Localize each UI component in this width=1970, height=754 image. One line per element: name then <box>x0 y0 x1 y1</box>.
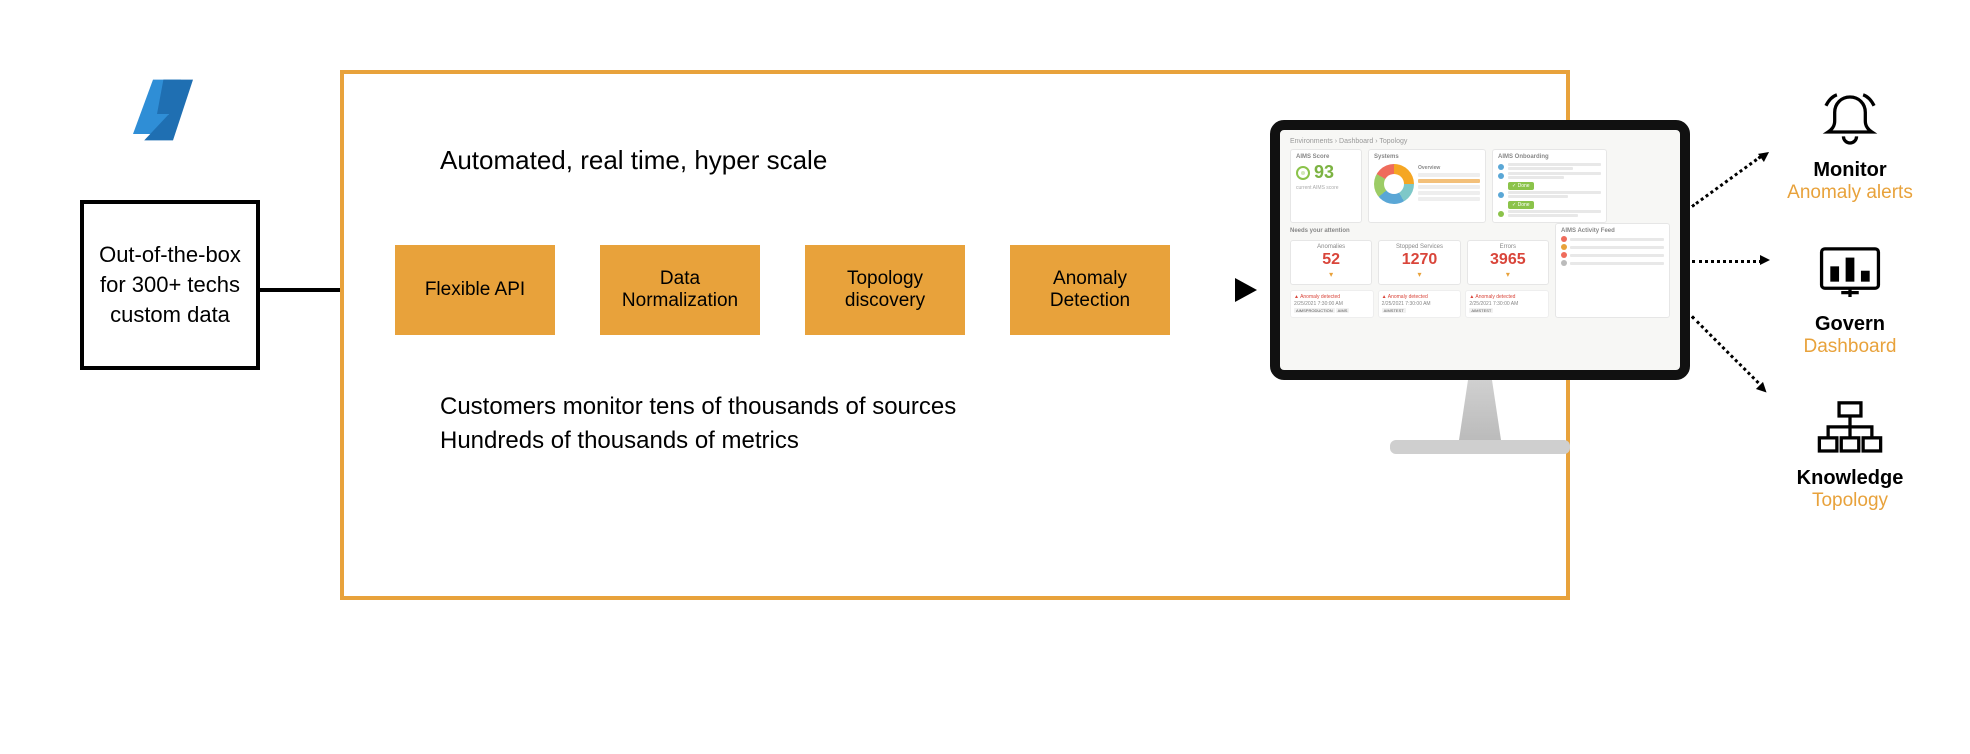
onboarding-title: AIMS Onboarding <box>1498 154 1601 160</box>
anomaly-card: ▲ Anomaly detected 2/25/2021 7:30:00 AM … <box>1465 290 1549 318</box>
outputs-column: Monitor Anomaly alerts Govern Dashboard <box>1760 90 1940 552</box>
dotted-connector <box>1691 315 1764 388</box>
metric-value: 52 <box>1293 251 1369 269</box>
metric-errors: Errors 3965 ▾ <box>1467 240 1549 285</box>
step-label: Anomaly Detection <box>1016 268 1164 312</box>
onboarding-card: AIMS Onboarding ✓ Done ✓ Done <box>1492 149 1607 223</box>
chevron-down-icon: ▾ <box>1381 270 1457 279</box>
dotted-connector <box>1692 260 1762 263</box>
metric-anomalies: Anomalies 52 ▾ <box>1290 240 1372 285</box>
dashboard-breadcrumb: Environments › Dashboard › Topology <box>1290 138 1670 145</box>
anomaly-head: Anomaly detected <box>1300 294 1340 300</box>
headline-bottom-line2: Hundreds of thousands of metrics <box>440 424 956 458</box>
metric-value: 3965 <box>1470 251 1546 269</box>
attention-title: Needs your attention <box>1290 228 1549 234</box>
attention-metrics: Anomalies 52 ▾ Stopped Services 1270 ▾ E… <box>1290 240 1549 285</box>
anomaly-strip: ▲ Anomaly detected 2/25/2021 7:30:00 AM … <box>1290 290 1549 318</box>
anomaly-head: Anomaly detected <box>1388 294 1428 300</box>
output-sub: Dashboard <box>1760 336 1940 358</box>
overview-title: Overview <box>1418 165 1480 171</box>
output-sub: Topology <box>1760 490 1940 512</box>
output-title: Monitor <box>1760 159 1940 182</box>
source-box-text: Out-of-the-box for 300+ techs custom dat… <box>94 240 246 329</box>
anomaly-card: ▲ Anomaly detected 2/25/2021 7:30:00 AM … <box>1290 290 1374 318</box>
step-label: Flexible API <box>425 279 525 301</box>
flow-arrowhead-icon <box>1235 278 1257 302</box>
systems-title: Systems <box>1374 154 1480 160</box>
dashboard-screen: Environments › Dashboard › Topology AIMS… <box>1280 130 1680 370</box>
monitor-base <box>1390 440 1570 454</box>
topology-icon <box>1815 398 1885 458</box>
onboarding-item <box>1498 209 1601 218</box>
step-flexible-api: Flexible API <box>395 245 555 335</box>
metric-stopped: Stopped Services 1270 ▾ <box>1378 240 1460 285</box>
chevron-down-icon: ▾ <box>1293 270 1369 279</box>
step-anomaly-detection: Anomaly Detection <box>1010 245 1170 335</box>
metric-label: Errors <box>1470 244 1546 250</box>
score-card-title: AIMS Score <box>1296 154 1356 160</box>
step-label: Data Normalization <box>606 268 754 312</box>
headline-top: Automated, real time, hyper scale <box>440 145 827 176</box>
metric-label: Anomalies <box>1293 244 1369 250</box>
activity-title: AIMS Activity Feed <box>1561 228 1664 234</box>
score-card: AIMS Score 93 current AIMS score <box>1290 149 1362 223</box>
metric-value: 1270 <box>1381 251 1457 269</box>
headline-bottom-line1: Customers monitor tens of thousands of s… <box>440 390 956 424</box>
azure-logo-icon <box>125 70 205 150</box>
chevron-down-icon: ▾ <box>1470 270 1546 279</box>
dashboard-monitor: Environments › Dashboard › Topology AIMS… <box>1270 120 1690 454</box>
step-topology-discovery: Topology discovery <box>805 245 965 335</box>
monitor-stand <box>1450 380 1510 440</box>
dotted-connector <box>1691 155 1762 207</box>
onboarding-item: ✓ Done <box>1498 190 1601 209</box>
activity-feed-card: AIMS Activity Feed <box>1555 223 1670 318</box>
headline-bottom: Customers monitor tens of thousands of s… <box>440 390 956 457</box>
anomaly-head: Anomaly detected <box>1475 294 1515 300</box>
output-knowledge: Knowledge Topology <box>1760 398 1940 512</box>
output-sub: Anomaly alerts <box>1760 182 1940 204</box>
bell-icon <box>1815 90 1885 150</box>
output-title: Knowledge <box>1760 467 1940 490</box>
score-subtitle: current AIMS score <box>1296 185 1356 191</box>
anomaly-card: ▲ Anomaly detected 2/25/2021 7:30:00 AM … <box>1378 290 1462 318</box>
output-govern: Govern Dashboard <box>1760 244 1940 358</box>
metric-label: Stopped Services <box>1381 244 1457 250</box>
dashboard-chart-icon <box>1815 244 1885 304</box>
score-ring-icon <box>1296 166 1310 180</box>
source-box: Out-of-the-box for 300+ techs custom dat… <box>80 200 260 370</box>
systems-donut-icon <box>1374 164 1414 204</box>
onboarding-item: ✓ Done <box>1498 171 1601 190</box>
output-monitor: Monitor Anomaly alerts <box>1760 90 1940 204</box>
score-value: 93 <box>1314 162 1334 183</box>
monitor-bezel: Environments › Dashboard › Topology AIMS… <box>1270 120 1690 380</box>
step-label: Topology discovery <box>811 268 959 312</box>
diagram-canvas: Out-of-the-box for 300+ techs custom dat… <box>0 0 1970 754</box>
overview-lines <box>1418 173 1480 201</box>
output-title: Govern <box>1760 313 1940 336</box>
onboarding-item <box>1498 162 1601 171</box>
systems-card: Systems Overview <box>1368 149 1486 223</box>
step-data-normalization: Data Normalization <box>600 245 760 335</box>
